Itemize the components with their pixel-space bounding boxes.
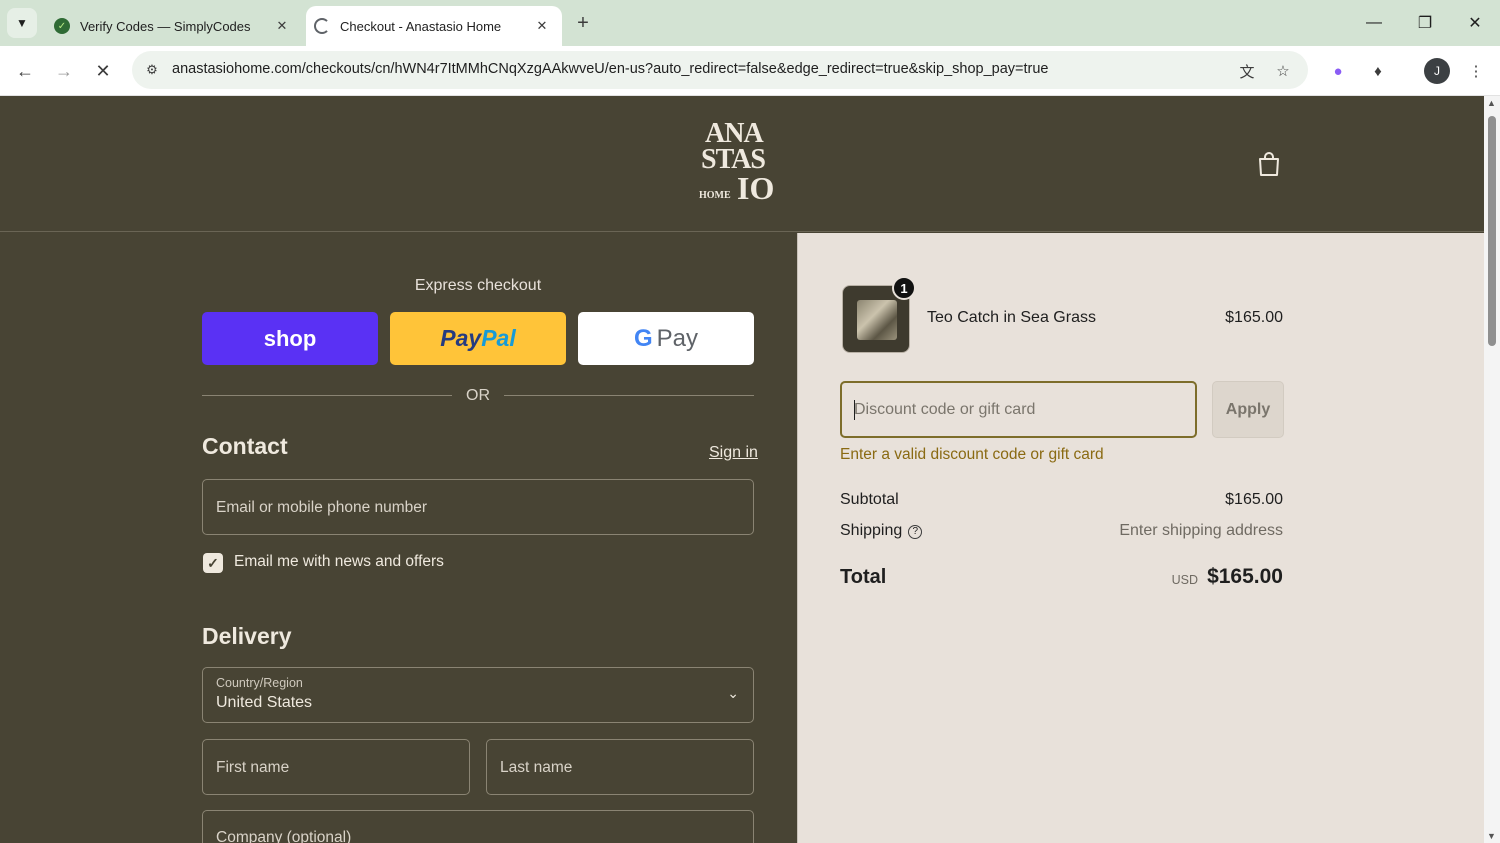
tab-title: Checkout - Anastasio Home [340,18,502,34]
country-select[interactable]: Country/Region United States ⌄ [202,667,754,723]
company-field[interactable]: Company (optional) [202,810,754,843]
order-summary: 1 Teo Catch in Sea Grass $165.00 Discoun… [797,233,1484,843]
tab-verify-codes[interactable]: ✓ Verify Codes — SimplyCodes ✕ [46,6,302,46]
logo-line: IO [737,170,775,206]
checkout-form: Express checkout shop Pay Pal G Pay OR Co… [0,233,797,843]
google-pay-label: Pay [656,324,699,352]
tab-strip: ▼ ✓ Verify Codes — SimplyCodes ✕ Checkou… [0,0,1500,46]
address-bar[interactable]: ⚙ anastasiohome.com/checkouts/cn/hWN4r7I… [132,51,1308,89]
site-info-icon[interactable]: ⚙ [140,58,164,82]
scrollbar-thumb[interactable] [1488,116,1496,346]
company-placeholder: Company (optional) [216,829,352,843]
page-scrollbar[interactable]: ▲ ▼ [1484,96,1500,843]
google-pay-button[interactable]: G Pay [578,312,754,365]
tab-checkout[interactable]: Checkout - Anastasio Home ✕ [306,6,562,46]
last-name-placeholder: Last name [500,759,573,776]
google-g-icon: G [633,324,653,352]
browser-toolbar: ← → ✕ ⚙ anastasiohome.com/checkouts/cn/h… [0,46,1500,96]
subtotal-value: $165.00 [1225,491,1283,508]
back-icon[interactable]: ← [9,55,41,87]
total-currency: USD [1171,573,1198,587]
forward-icon[interactable]: → [48,55,80,87]
email-field[interactable]: Email or mobile phone number [202,479,754,535]
shop-pay-button[interactable]: shop [202,312,378,365]
or-divider: OR [202,386,754,406]
product-image [857,300,897,340]
newsletter-checkbox[interactable]: ✓ [203,553,223,573]
or-label: OR [466,387,490,404]
express-checkout-title: Express checkout [414,277,542,294]
paypal-label-part1: Pay [440,325,482,351]
sign-in-link[interactable]: Sign in [709,444,758,462]
new-tab-icon[interactable]: + [570,10,596,36]
bookmark-star-icon[interactable]: ☆ [1271,59,1295,83]
stop-loading-icon[interactable]: ✕ [87,55,119,87]
product-name: Teo Catch in Sea Grass [927,309,1096,326]
extension-copilot-icon[interactable]: ● [1325,58,1351,84]
first-name-field[interactable]: First name [202,739,470,795]
checkout-page: ANA STAS HOME IO Express checkout shop P… [0,96,1484,843]
discount-error-message: Enter a valid discount code or gift card [840,446,1104,463]
anastasio-home-logo[interactable]: ANA STAS HOME IO [695,118,791,210]
help-icon[interactable]: ? [908,525,923,539]
translate-icon[interactable]: 文 [1235,59,1259,83]
quantity-badge: 1 [892,276,916,300]
email-placeholder: Email or mobile phone number [216,499,428,516]
subtotal-label: Subtotal [840,491,899,508]
minimize-icon[interactable]: — [1359,8,1389,38]
total-label: Total [840,566,887,588]
divider-line [504,395,754,396]
extensions-puzzle-icon[interactable]: ♦ [1365,58,1391,84]
total-value: $165.00 [1207,565,1283,588]
shipping-label: Shipping [840,522,903,539]
scroll-up-arrow-icon[interactable]: ▲ [1487,98,1496,108]
menu-kebab-icon[interactable]: ⋮ [1463,58,1489,84]
shopping-bag-icon[interactable] [1256,150,1282,178]
chevron-down-icon: ⌄ [727,685,739,701]
last-name-field[interactable]: Last name [486,739,754,795]
store-header: ANA STAS HOME IO [0,96,1484,232]
newsletter-label[interactable]: Email me with news and offers [234,553,444,571]
shipping-row: Shipping? [840,522,923,540]
delivery-title: Delivery [202,623,292,649]
scroll-down-arrow-icon[interactable]: ▼ [1487,831,1496,841]
close-window-icon[interactable]: ✕ [1460,8,1490,38]
country-label: Country/Region [216,676,303,690]
simplycodes-icon: ✓ [54,18,70,34]
shop-pay-label: shop [263,325,317,351]
contact-title: Contact [202,433,288,459]
restore-icon[interactable]: ❐ [1410,8,1440,38]
country-value: United States [216,694,313,711]
discount-code-input[interactable]: Discount code or gift card [840,381,1197,438]
paypal-label-part2: Pal [481,325,516,351]
profile-avatar[interactable]: J [1424,58,1450,84]
url-text[interactable]: anastasiohome.com/checkouts/cn/hWN4r7ItM… [172,61,1049,77]
product-price: $165.00 [1225,309,1283,326]
tab-search-chevron-icon[interactable]: ▼ [7,8,37,38]
apply-discount-button[interactable]: Apply [1212,381,1284,438]
close-tab-icon[interactable]: ✕ [272,16,292,36]
logo-small: HOME [699,190,731,201]
shipping-value: Enter shipping address [1119,522,1283,539]
first-name-placeholder: First name [216,759,290,776]
tab-title: Verify Codes — SimplyCodes [80,18,251,34]
loading-icon [314,18,330,34]
close-tab-icon[interactable]: ✕ [532,16,552,36]
paypal-button[interactable]: Pay Pal [390,312,566,365]
discount-placeholder: Discount code or gift card [854,401,1036,418]
